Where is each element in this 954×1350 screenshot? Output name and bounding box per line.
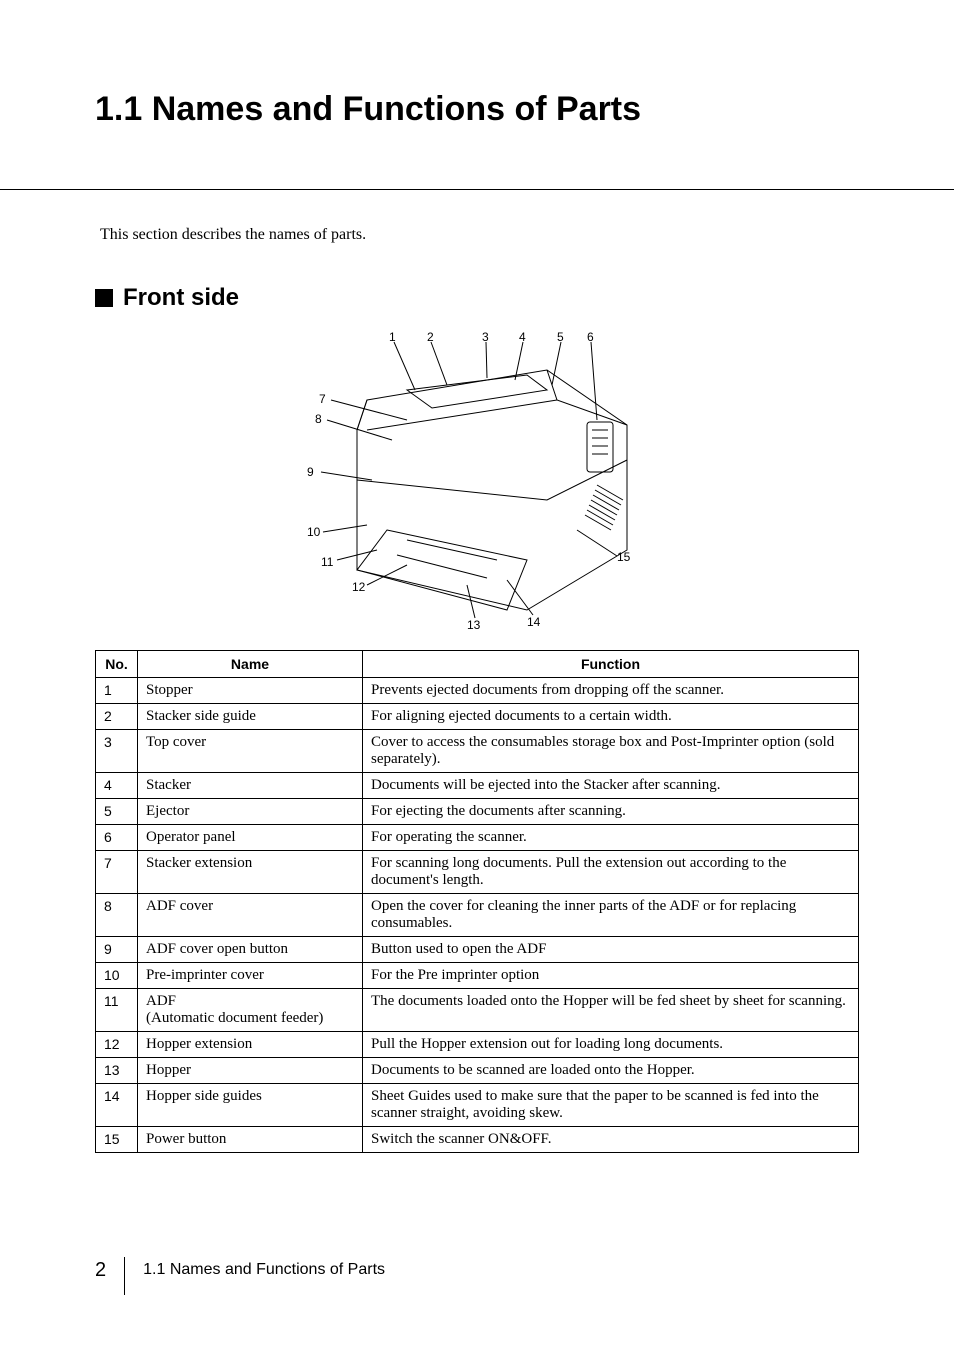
- diagram-callout: 7: [319, 392, 326, 406]
- heading-rule: [0, 189, 954, 190]
- footer-separator: [124, 1257, 143, 1295]
- parts-table: No. Name Function 1StopperPrevents eject…: [95, 650, 859, 1153]
- table-row: 5EjectorFor ejecting the documents after…: [96, 799, 859, 825]
- cell-function: For ejecting the documents after scannin…: [363, 799, 859, 825]
- cell-function: For the Pre imprinter option: [363, 963, 859, 989]
- square-bullet-icon: [95, 289, 113, 307]
- cell-no: 13: [96, 1058, 138, 1084]
- cell-function: Prevents ejected documents from dropping…: [363, 678, 859, 704]
- diagram-callout: 5: [557, 330, 564, 344]
- table-row: 3Top coverCover to access the consumable…: [96, 730, 859, 773]
- cell-name: Top cover: [138, 730, 363, 773]
- cell-name: Hopper: [138, 1058, 363, 1084]
- page-heading: 1.1 Names and Functions of Parts: [95, 90, 859, 129]
- cell-name: Stacker side guide: [138, 704, 363, 730]
- cell-function: Documents will be ejected into the Stack…: [363, 773, 859, 799]
- cell-no: 8: [96, 894, 138, 937]
- table-row: 11ADF (Automatic document feeder)The doc…: [96, 989, 859, 1032]
- col-header-no: No.: [96, 651, 138, 678]
- cell-no: 6: [96, 825, 138, 851]
- cell-name: ADF cover open button: [138, 937, 363, 963]
- table-row: 6Operator panelFor operating the scanner…: [96, 825, 859, 851]
- diagram-callout: 13: [467, 618, 480, 632]
- table-row: 8ADF coverOpen the cover for cleaning th…: [96, 894, 859, 937]
- diagram-callout: 8: [315, 412, 322, 426]
- cell-no: 9: [96, 937, 138, 963]
- cell-name: Stopper: [138, 678, 363, 704]
- diagram-callout: 9: [307, 465, 314, 479]
- diagram-callout: 6: [587, 330, 594, 344]
- cell-name: Stacker: [138, 773, 363, 799]
- cell-no: 15: [96, 1127, 138, 1153]
- cell-function: Cover to access the consumables storage …: [363, 730, 859, 773]
- cell-no: 14: [96, 1084, 138, 1127]
- cell-name: Ejector: [138, 799, 363, 825]
- cell-function: Button used to open the ADF: [363, 937, 859, 963]
- table-header-row: No. Name Function: [96, 651, 859, 678]
- diagram-callout: 10: [307, 525, 320, 539]
- cell-name: Pre-imprinter cover: [138, 963, 363, 989]
- cell-no: 3: [96, 730, 138, 773]
- table-row: 2Stacker side guideFor aligning ejected …: [96, 704, 859, 730]
- cell-name: Operator panel: [138, 825, 363, 851]
- cell-function: For scanning long documents. Pull the ex…: [363, 851, 859, 894]
- diagram-callout: 4: [519, 330, 526, 344]
- diagram-callout: 3: [482, 330, 489, 344]
- col-header-function: Function: [363, 651, 859, 678]
- cell-no: 7: [96, 851, 138, 894]
- cell-no: 1: [96, 678, 138, 704]
- cell-function: Open the cover for cleaning the inner pa…: [363, 894, 859, 937]
- table-row: 10Pre-imprinter coverFor the Pre imprint…: [96, 963, 859, 989]
- cell-name: Stacker extension: [138, 851, 363, 894]
- diagram-wrapper: 123456789101112131415: [95, 330, 859, 630]
- table-row: 14Hopper side guidesSheet Guides used to…: [96, 1084, 859, 1127]
- cell-no: 5: [96, 799, 138, 825]
- scanner-line-art: [297, 330, 657, 630]
- diagram-callout: 15: [617, 550, 630, 564]
- cell-function: Switch the scanner ON&OFF.: [363, 1127, 859, 1153]
- table-row: 13HopperDocuments to be scanned are load…: [96, 1058, 859, 1084]
- table-row: 15Power buttonSwitch the scanner ON&OFF.: [96, 1127, 859, 1153]
- intro-paragraph: This section describes the names of part…: [95, 226, 859, 244]
- cell-function: Sheet Guides used to make sure that the …: [363, 1084, 859, 1127]
- cell-name: ADF cover: [138, 894, 363, 937]
- diagram-callout: 14: [527, 615, 540, 629]
- footer-page-number: 2: [95, 1259, 124, 1282]
- cell-function: For aligning ejected documents to a cert…: [363, 704, 859, 730]
- cell-no: 11: [96, 989, 138, 1032]
- cell-function: The documents loaded onto the Hopper wil…: [363, 989, 859, 1032]
- col-header-name: Name: [138, 651, 363, 678]
- cell-function: For operating the scanner.: [363, 825, 859, 851]
- cell-no: 2: [96, 704, 138, 730]
- cell-name: ADF (Automatic document feeder): [138, 989, 363, 1032]
- cell-function: Documents to be scanned are loaded onto …: [363, 1058, 859, 1084]
- cell-function: Pull the Hopper extension out for loadin…: [363, 1032, 859, 1058]
- diagram-callout: 2: [427, 330, 434, 344]
- diagram-callout: 1: [389, 330, 396, 344]
- cell-no: 10: [96, 963, 138, 989]
- footer-section-title: 1.1 Names and Functions of Parts: [143, 1261, 385, 1279]
- table-row: 4StackerDocuments will be ejected into t…: [96, 773, 859, 799]
- diagram-callout: 11: [321, 555, 333, 569]
- diagram-callout: 12: [352, 580, 365, 594]
- cell-no: 12: [96, 1032, 138, 1058]
- cell-name: Hopper side guides: [138, 1084, 363, 1127]
- cell-name: Hopper extension: [138, 1032, 363, 1058]
- subheading-text: Front side: [123, 284, 239, 312]
- table-row: 9ADF cover open buttonButton used to ope…: [96, 937, 859, 963]
- page-footer: 2 1.1 Names and Functions of Parts: [95, 1245, 385, 1295]
- scanner-diagram: 123456789101112131415: [297, 330, 657, 630]
- table-row: 7Stacker extensionFor scanning long docu…: [96, 851, 859, 894]
- cell-no: 4: [96, 773, 138, 799]
- cell-name: Power button: [138, 1127, 363, 1153]
- table-row: 1StopperPrevents ejected documents from …: [96, 678, 859, 704]
- subheading-row: Front side: [95, 284, 859, 312]
- table-row: 12Hopper extensionPull the Hopper extens…: [96, 1032, 859, 1058]
